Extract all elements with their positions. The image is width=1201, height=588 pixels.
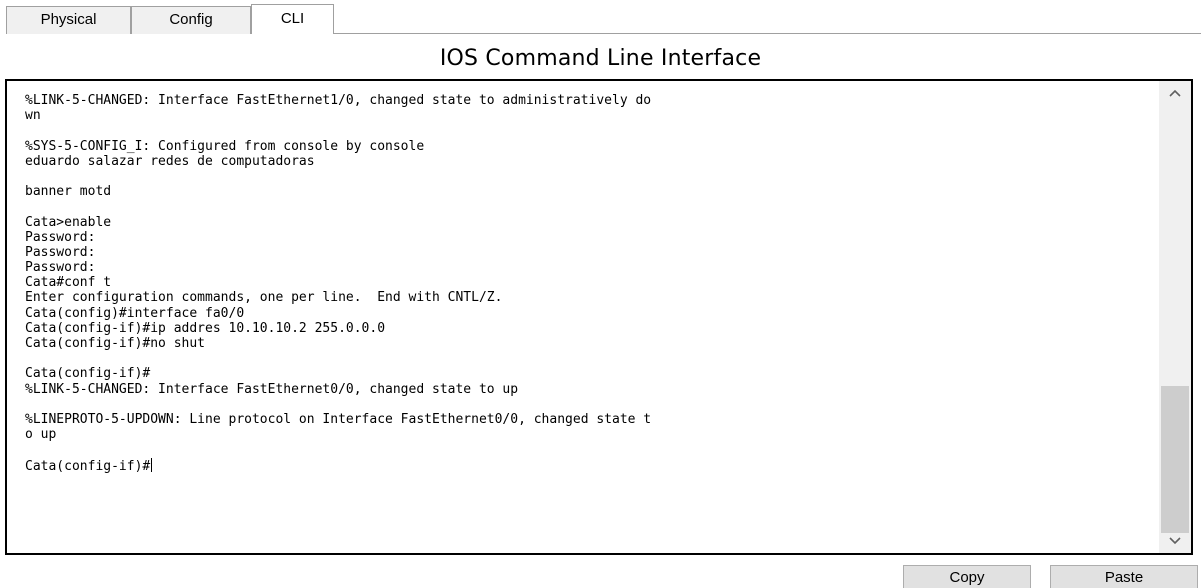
console-line: %LINK-5-CHANGED: Interface FastEthernet0… — [25, 381, 519, 397]
tab-physical[interactable]: Physical — [6, 6, 131, 34]
console-line: Cata(config)#interface fa0/0 — [25, 305, 245, 321]
chevron-up-icon[interactable] — [1159, 81, 1191, 105]
tab-cli[interactable]: CLI — [251, 4, 334, 35]
console-line: Cata#conf t — [25, 275, 112, 291]
console-line: Cata(config-if)# — [25, 366, 151, 382]
console-line: Password: — [25, 244, 96, 260]
console-line: Cata>enable — [25, 214, 112, 230]
console-line: %SYS-5-CONFIG_I: Configured from console… — [25, 138, 425, 154]
tab-config[interactable]: Config — [131, 6, 251, 34]
console-line: wn — [25, 108, 41, 124]
console-line: %LINK-5-CHANGED: Interface FastEthernet1… — [25, 93, 652, 108]
scrollbar-thumb[interactable] — [1161, 386, 1189, 533]
console-line: Enter configuration commands, one per li… — [25, 290, 503, 306]
console-line: eduardo salazar redes de computadoras — [25, 153, 315, 169]
console-line: Cata(config-if)#ip addres 10.10.10.2 255… — [25, 320, 386, 336]
console-output[interactable]: %LINK-5-CHANGED: Interface FastEthernet1… — [7, 81, 1161, 553]
copy-button[interactable]: Copy — [903, 565, 1031, 588]
text-cursor — [151, 457, 153, 472]
console-line: %LINEPROTO-5-UPDOWN: Line protocol on In… — [25, 411, 652, 427]
page-title: IOS Command Line Interface — [439, 46, 762, 71]
tab-bar: Physical Config CLI — [0, 0, 1201, 35]
console-line: Password: — [25, 229, 96, 245]
console-line: Password: — [25, 260, 96, 276]
console-line: Cata(config-if)#no shut — [25, 336, 206, 351]
console-line: o up — [25, 427, 57, 443]
vertical-scrollbar[interactable] — [1159, 81, 1191, 553]
cli-terminal[interactable]: %LINK-5-CHANGED: Interface FastEthernet1… — [5, 79, 1193, 555]
chevron-down-icon[interactable] — [1159, 529, 1191, 553]
tab-bar-divider — [333, 33, 1201, 34]
console-line: Cata(config-if)# — [25, 457, 153, 474]
console-line: banner motd — [25, 184, 112, 200]
paste-button[interactable]: Paste — [1050, 565, 1198, 588]
